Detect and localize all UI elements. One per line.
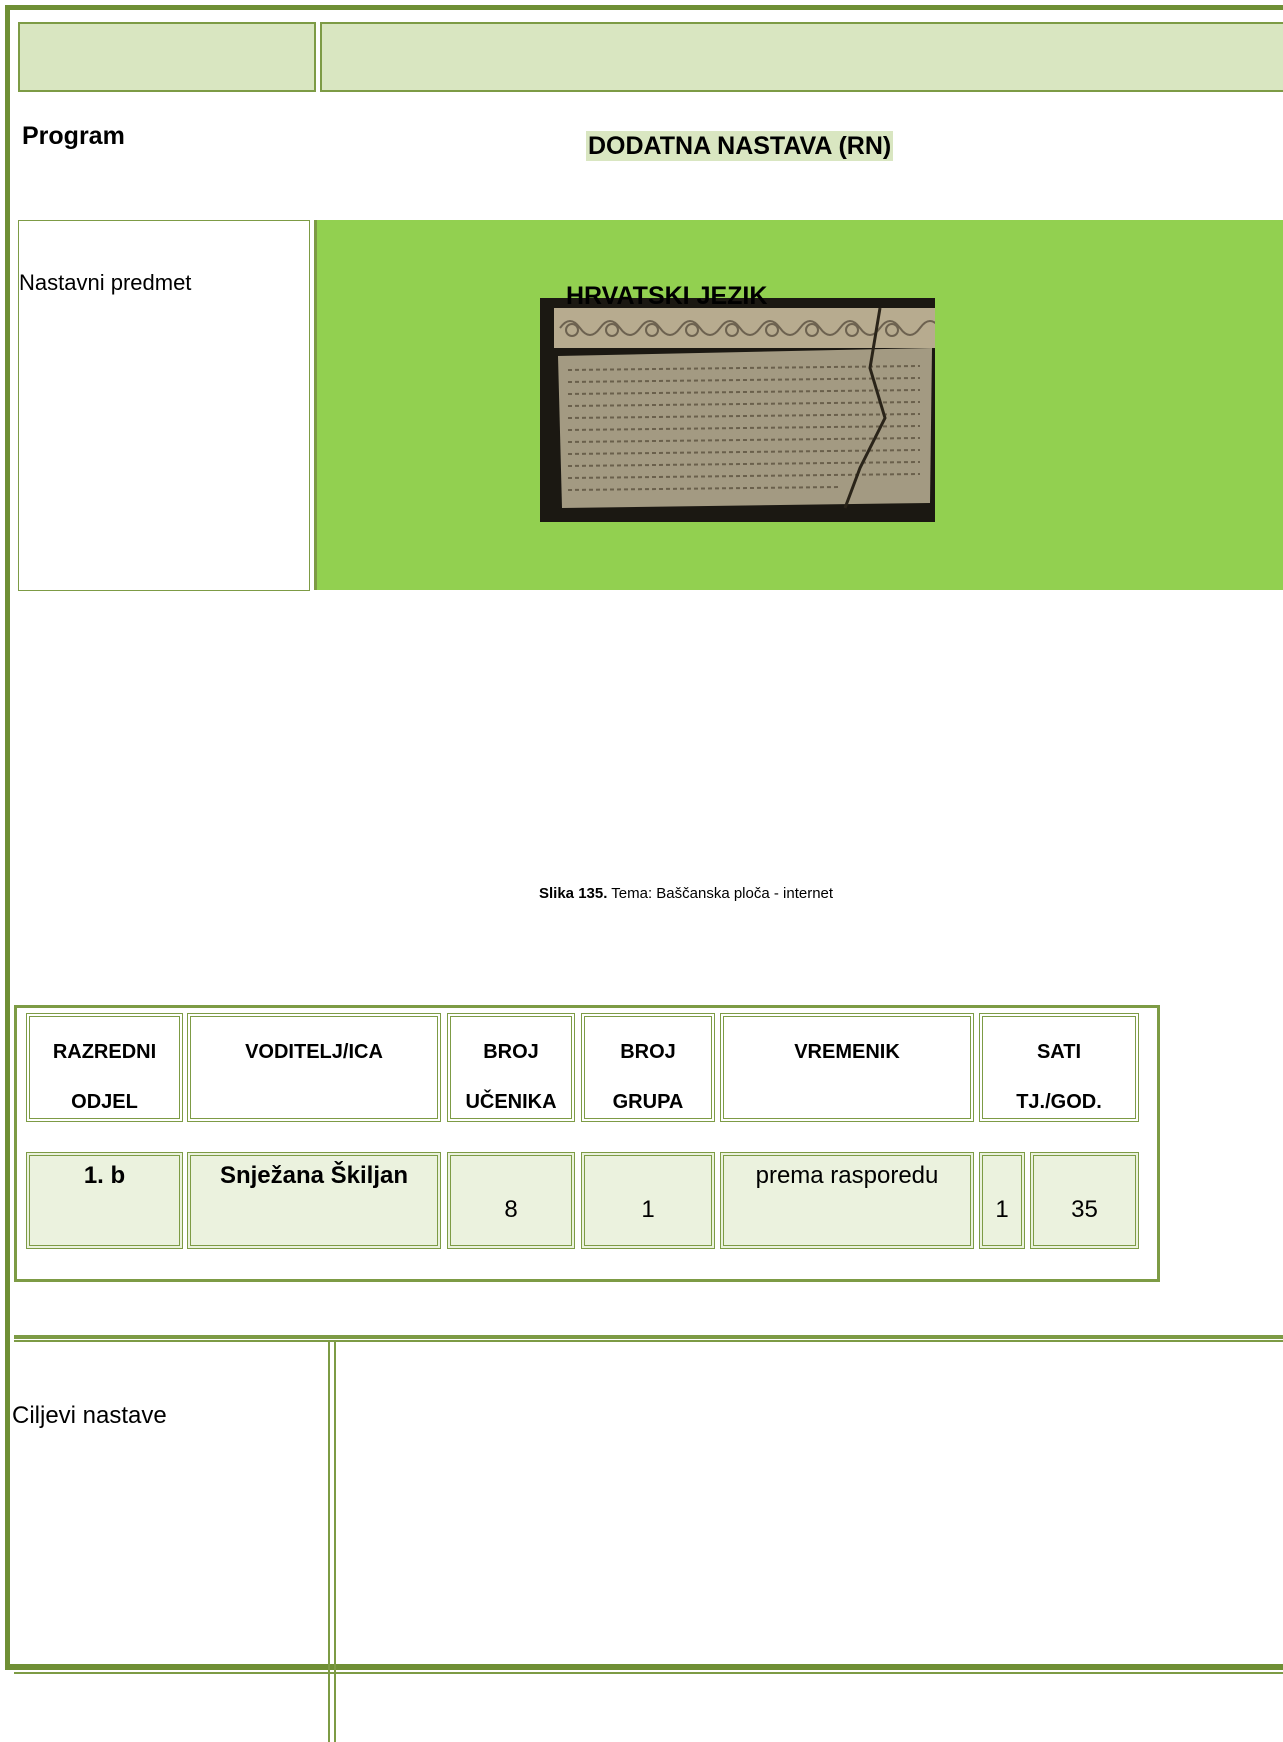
header-broj-ucenika-line1: BROJ bbox=[483, 1041, 539, 1063]
header-broj-grupa-line1: BROJ bbox=[620, 1041, 676, 1063]
header-voditelj: VODITELJ/ICA bbox=[187, 1013, 441, 1122]
header-razredni-odjel-line2: ODJEL bbox=[71, 1091, 138, 1113]
goals-label: Ciljevi nastave bbox=[12, 1402, 167, 1429]
cell-broj-grupa: 1 bbox=[581, 1152, 715, 1249]
program-title: DODATNA NASTAVA (RN) bbox=[586, 131, 894, 161]
header-sati: SATI TJ./GOD. bbox=[979, 1013, 1139, 1122]
goals-top-rule-inner bbox=[14, 1340, 1283, 1342]
cell-broj-ucenika: 8 bbox=[447, 1152, 575, 1249]
cell-voditelj: Snježana Škiljan bbox=[187, 1152, 441, 1249]
header-vremenik-line1: VREMENIK bbox=[794, 1041, 900, 1063]
program-label: Program bbox=[22, 122, 125, 150]
figure-caption-number: Slika 135. bbox=[539, 885, 608, 902]
figure-caption-text: Tema: Baščanska ploča - internet bbox=[607, 885, 834, 902]
figure-caption: Slika 135. Tema: Baščanska ploča - inter… bbox=[539, 885, 833, 902]
header-cell-right bbox=[320, 22, 1283, 92]
cell-razredni-odjel: 1. b bbox=[26, 1152, 183, 1249]
bascanska-ploca-image bbox=[540, 298, 935, 522]
header-broj-ucenika-line2: UČENIKA bbox=[465, 1091, 557, 1113]
cell-sati-tj: 1 bbox=[979, 1152, 1025, 1249]
header-broj-grupa-line2: GRUPA bbox=[612, 1091, 684, 1113]
cell-vremenik: prema rasporedu bbox=[720, 1152, 974, 1249]
header-razredni-odjel: RAZREDNI ODJEL bbox=[26, 1013, 183, 1122]
header-sati-line1: SATI bbox=[1036, 1041, 1082, 1063]
header-cell-left bbox=[18, 22, 316, 92]
header-sati-line2: TJ./GOD. bbox=[1016, 1091, 1102, 1113]
header-voditelj-line1: VODITELJ/ICA bbox=[245, 1041, 383, 1063]
header-razredni-odjel-line1: RAZREDNI bbox=[52, 1041, 157, 1063]
subject-name: HRVATSKI JEZIK bbox=[566, 282, 768, 310]
goals-top-rule bbox=[14, 1335, 1283, 1339]
header-broj-ucenika: BROJ UČENIKA bbox=[447, 1013, 575, 1122]
goals-bottom-rule bbox=[14, 1672, 1283, 1674]
subject-label: Nastavni predmet bbox=[19, 270, 192, 295]
header-broj-grupa: BROJ GRUPA bbox=[581, 1013, 715, 1122]
header-vremenik: VREMENIK bbox=[720, 1013, 974, 1122]
cell-sati-god: 35 bbox=[1030, 1152, 1139, 1249]
goals-column-divider bbox=[328, 1342, 336, 1742]
